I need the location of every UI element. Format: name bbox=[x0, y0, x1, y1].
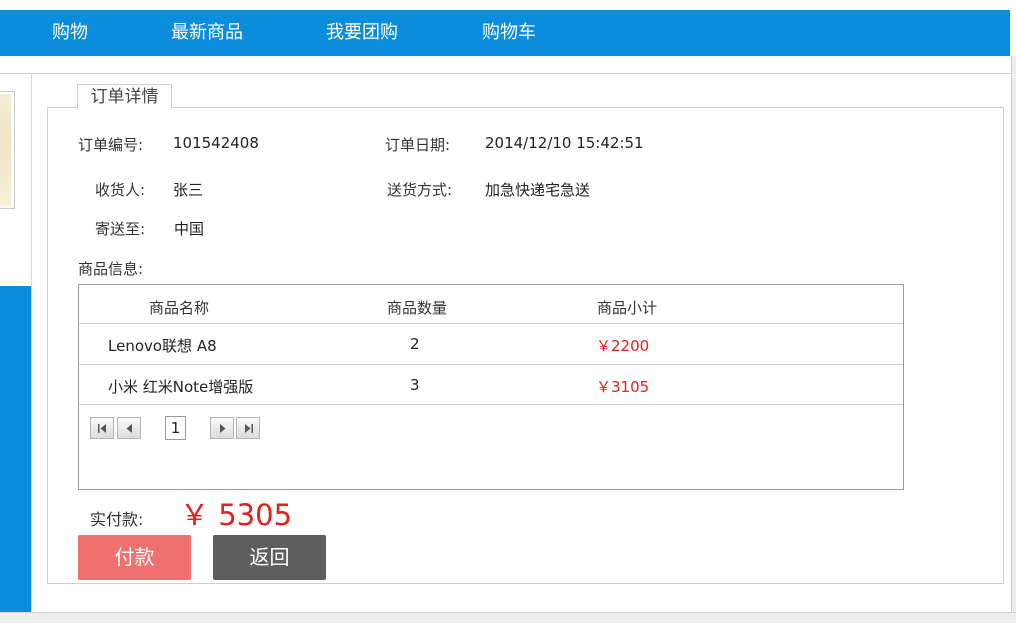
prev-page-icon bbox=[126, 424, 132, 433]
left-side-panel bbox=[0, 74, 32, 612]
product-thumbnail[interactable] bbox=[0, 91, 15, 209]
nav-item-cart[interactable]: 购物车 bbox=[482, 10, 536, 56]
shipping-method-value: 加急快递宅急送 bbox=[485, 181, 591, 199]
total-payment-label: 实付款: bbox=[90, 510, 144, 529]
content-top-divider bbox=[0, 73, 1012, 74]
product-subtotal-cell: ￥3105 bbox=[596, 378, 650, 396]
right-edge-frame bbox=[1011, 56, 1016, 616]
product-quantity-cell: 3 bbox=[410, 376, 420, 394]
product-quantity-cell: 2 bbox=[410, 335, 420, 353]
order-date-label: 订单日期: bbox=[385, 136, 451, 154]
page-number-input[interactable]: 1 bbox=[165, 416, 186, 440]
goods-info-label: 商品信息: bbox=[78, 260, 144, 278]
bottom-edge-frame bbox=[0, 612, 1016, 623]
destination-label: 寄送至: bbox=[95, 220, 146, 238]
next-page-icon bbox=[220, 424, 226, 433]
pay-button[interactable]: 付款 bbox=[78, 535, 191, 580]
back-button[interactable]: 返回 bbox=[213, 535, 326, 580]
first-page-icon bbox=[98, 424, 106, 433]
product-name-cell: 小米 红米Note增强版 bbox=[108, 378, 254, 396]
shipping-method-label: 送货方式: bbox=[387, 181, 453, 199]
nav-item-group-buy[interactable]: 我要团购 bbox=[326, 10, 398, 56]
table-header-row: 商品名称 商品数量 商品小计 bbox=[79, 285, 903, 324]
nav-item-new-products[interactable]: 最新商品 bbox=[171, 10, 243, 56]
last-page-icon bbox=[245, 424, 253, 433]
order-number-value: 101542408 bbox=[173, 134, 259, 152]
product-subtotal-cell: ￥2200 bbox=[596, 337, 650, 355]
receiver-label: 收货人: bbox=[95, 181, 146, 199]
nav-item-shopping[interactable]: 购物 bbox=[52, 10, 88, 56]
last-page-button[interactable] bbox=[236, 417, 260, 439]
column-header-name: 商品名称 bbox=[149, 299, 210, 317]
order-number-label: 订单编号: bbox=[78, 136, 144, 154]
first-page-button[interactable] bbox=[90, 417, 114, 439]
order-detail-legend: 订单详情 bbox=[77, 84, 172, 109]
table-row[interactable]: Lenovo联想 A8 2 ￥2200 bbox=[79, 324, 903, 365]
column-header-subtotal: 商品小计 bbox=[597, 299, 658, 317]
left-side-blue-block bbox=[0, 286, 31, 612]
column-header-quantity: 商品数量 bbox=[387, 299, 448, 317]
receiver-value: 张三 bbox=[173, 181, 204, 199]
top-nav-bar: 购物 最新商品 我要团购 购物车 bbox=[0, 10, 1010, 56]
destination-value: 中国 bbox=[174, 220, 205, 238]
table-pager: 1 bbox=[79, 405, 903, 445]
product-thumbnail-image bbox=[0, 94, 11, 206]
table-row[interactable]: 小米 红米Note增强版 3 ￥3105 bbox=[79, 365, 903, 405]
order-date-value: 2014/12/10 15:42:51 bbox=[485, 134, 644, 152]
prev-page-button[interactable] bbox=[117, 417, 141, 439]
total-payment-value: ￥ 5305 bbox=[180, 498, 293, 532]
product-name-cell: Lenovo联想 A8 bbox=[108, 337, 217, 355]
next-page-button[interactable] bbox=[210, 417, 234, 439]
order-items-table: 商品名称 商品数量 商品小计 Lenovo联想 A8 2 ￥2200 小米 红米… bbox=[78, 284, 904, 490]
